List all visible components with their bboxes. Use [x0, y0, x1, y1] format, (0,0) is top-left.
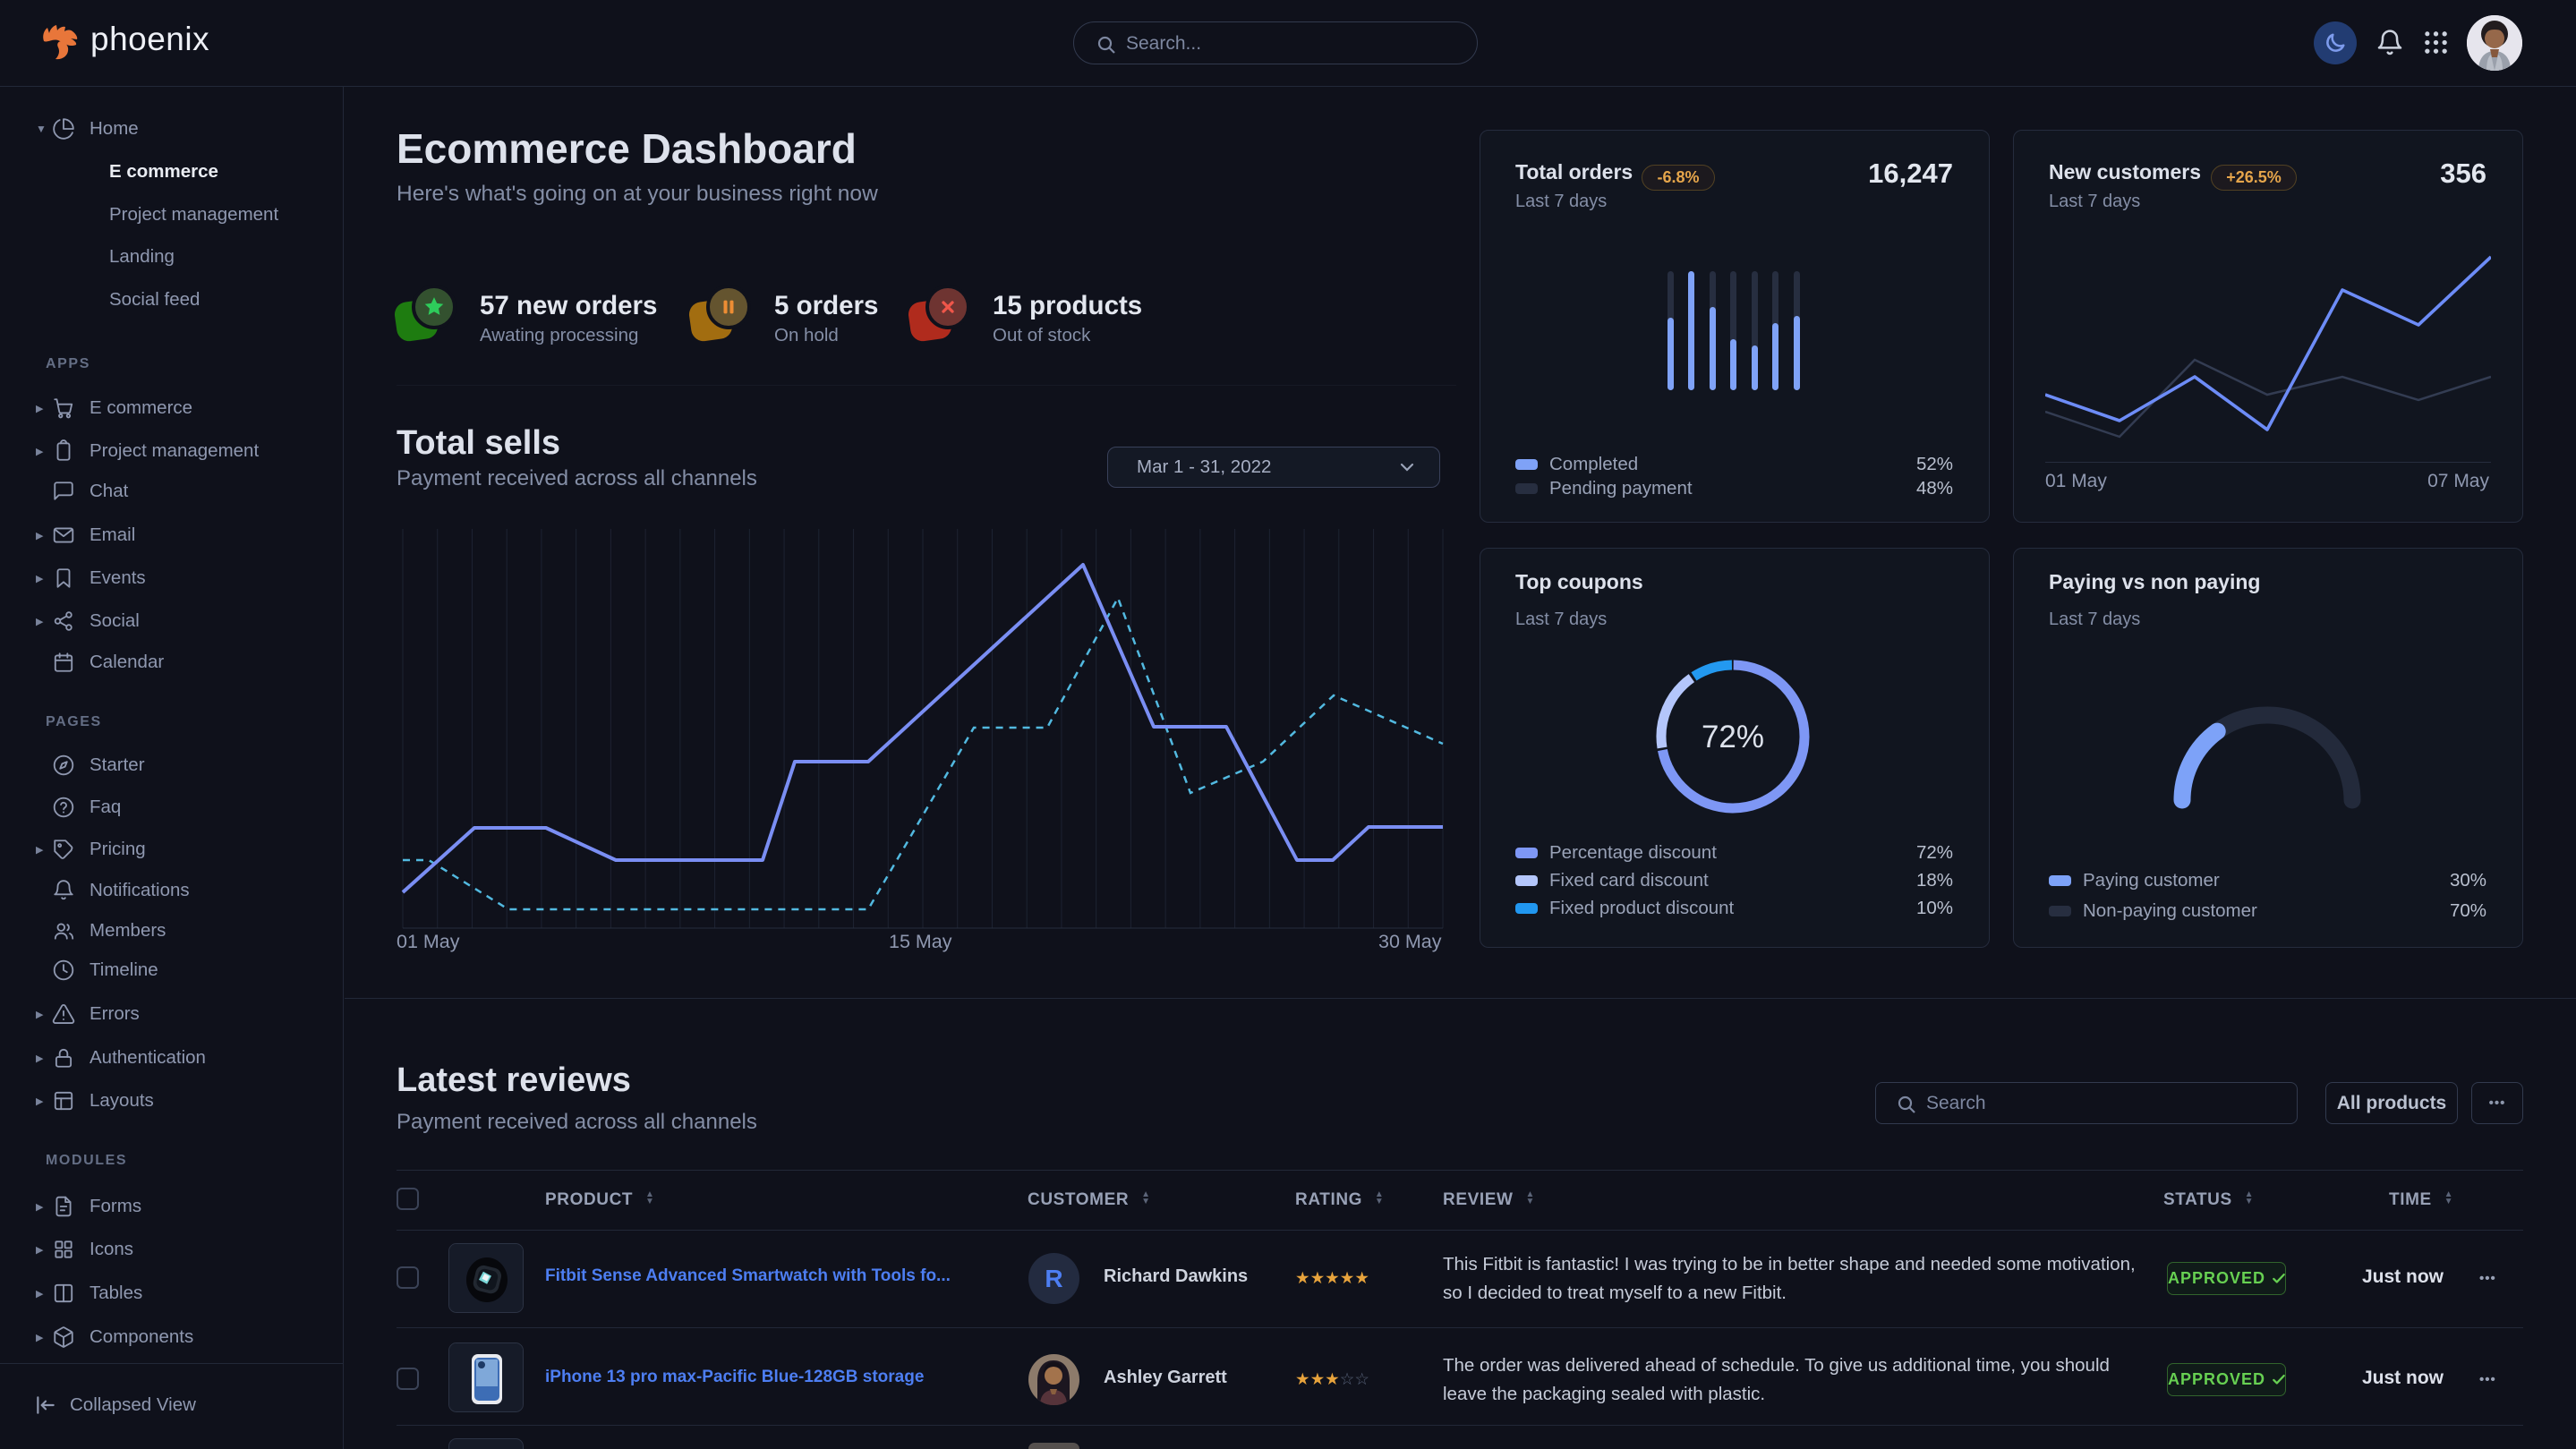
svg-text:72%: 72%	[1702, 720, 1764, 754]
